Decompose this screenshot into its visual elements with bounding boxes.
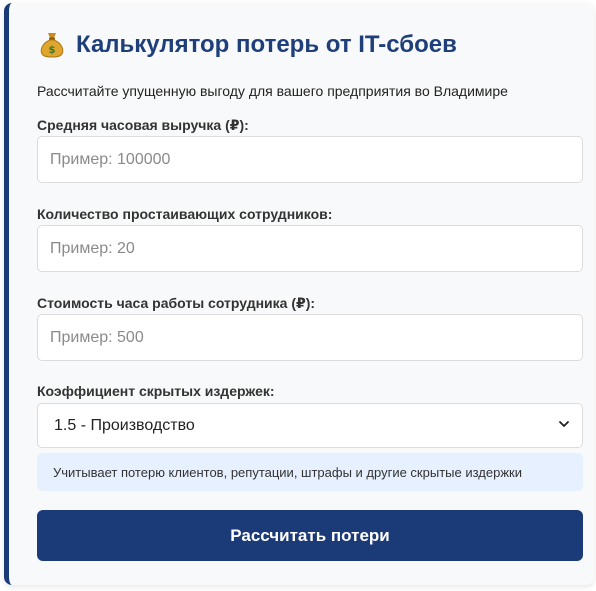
calculate-button[interactable]: Рассчитать потери [37,510,583,561]
coefficient-label: Коэффициент скрытых издержек: [37,383,275,399]
hourly-cost-input[interactable] [37,314,583,361]
money-bag-icon: $ [37,30,67,60]
svg-text:$: $ [49,45,56,56]
coefficient-select[interactable]: 1.5 - Производство [37,403,583,448]
page-title: Калькулятор потерь от IT-сбоев [76,31,457,58]
coefficient-hint: Учитывает потерю клиентов, репутации, шт… [37,453,583,491]
revenue-input[interactable] [37,136,583,183]
header: $ Калькулятор потерь от IT-сбоев [37,30,457,60]
chevron-down-icon [558,417,570,435]
employees-label: Количество простаивающих сотрудников: [37,206,333,222]
coefficient-selected-value: 1.5 - Производство [54,416,195,434]
calculator-card: $ Калькулятор потерь от IT-сбоев Рассчит… [4,3,594,585]
employees-input[interactable] [37,225,583,272]
page-subtitle: Рассчитайте упущенную выгоду для вашего … [37,83,508,99]
revenue-label: Средняя часовая выручка (₽): [37,117,249,133]
hourly-cost-label: Стоимость часа работы сотрудника (₽): [37,295,316,311]
